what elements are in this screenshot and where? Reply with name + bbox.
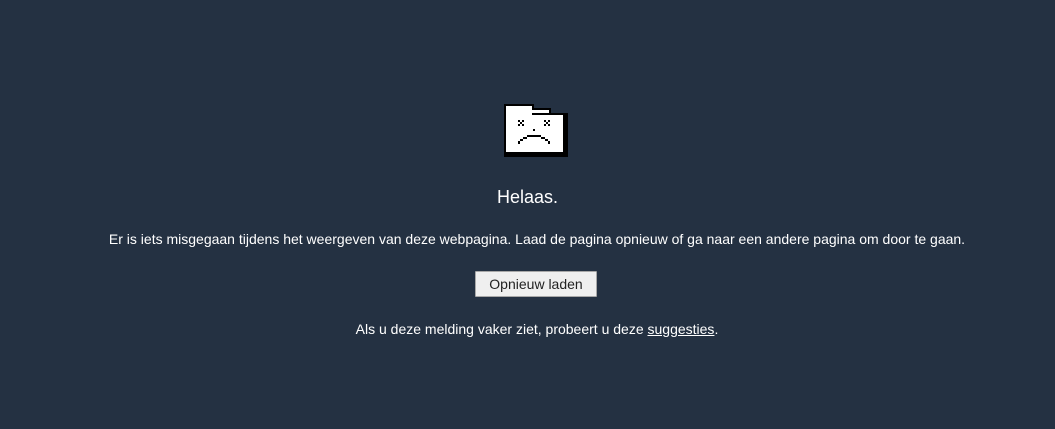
suggestions-hint: Als u deze melding vaker ziet, probeert … [0,320,1055,338]
error-message: Er is iets misgegaan tijdens het weergev… [108,231,966,247]
error-page: Helaas. Er is iets misgegaan tijdens het… [0,0,1055,429]
error-title: Helaas. [496,187,559,207]
reload-button[interactable]: Opnieuw laden [475,271,597,297]
sad-folder-icon [504,104,568,157]
hint-prefix: Als u deze melding vaker ziet, probeert … [355,321,648,337]
suggestions-link[interactable]: suggesties [648,321,715,337]
hint-suffix: . [714,321,719,337]
